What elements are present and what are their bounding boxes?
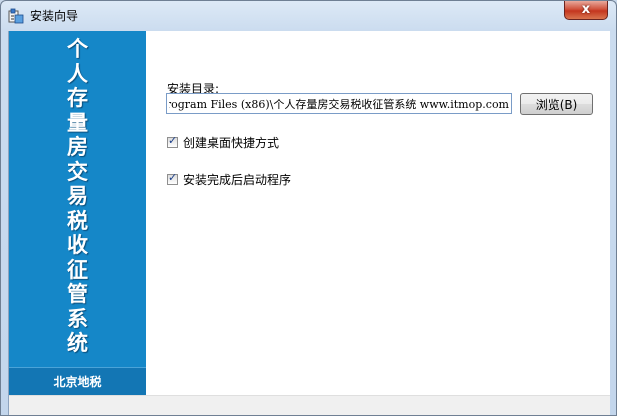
desktop-shortcut-checkbox[interactable] <box>167 135 178 148</box>
close-button[interactable]: x <box>564 1 608 20</box>
sidebar-title-char: 人 <box>67 61 88 86</box>
sidebar-title-char: 易 <box>67 184 88 208</box>
desktop-shortcut-option[interactable]: 创建桌面快捷方式 <box>167 134 279 150</box>
launch-after-install-checkbox[interactable] <box>167 172 178 185</box>
window-title: 安装向导 <box>30 9 79 23</box>
installer-icon <box>8 8 24 24</box>
sidebar-title-char: 房 <box>67 135 88 159</box>
client-area: 个 人 存 量 房 交 易 税 收 征 管 系 统 北京地税 安装目录: 浏览(… <box>8 31 610 415</box>
browse-button[interactable]: 浏览(B) <box>520 93 593 115</box>
sidebar-title-char: 税 <box>67 208 88 233</box>
installer-window: 安装向导 x 个 人 存 量 房 交 易 税 收 征 管 系 统 北京地税 安装… <box>0 0 617 416</box>
install-path-input[interactable] <box>166 93 512 114</box>
bottom-strip <box>9 395 610 415</box>
options-panel: 安装目录: 浏览(B) 创建桌面快捷方式 安装完成后启动程序 <box>146 31 610 395</box>
desktop-shortcut-label: 创建桌面快捷方式 <box>183 135 280 150</box>
sidebar-banner: 个 人 存 量 房 交 易 税 收 征 管 系 统 北京地税 <box>9 31 146 396</box>
sidebar-title-char: 管 <box>67 282 88 306</box>
launch-after-install-option[interactable]: 安装完成后启动程序 <box>167 171 291 187</box>
sidebar-footer: 北京地税 <box>9 367 146 396</box>
sidebar-title-char: 交 <box>67 159 88 184</box>
sidebar-title-char: 统 <box>67 331 88 355</box>
launch-after-install-label: 安装完成后启动程序 <box>183 172 292 187</box>
sidebar-footer-label: 北京地税 <box>53 375 102 389</box>
sidebar-title-char: 存 <box>67 86 88 110</box>
sidebar-title-char: 收 <box>67 233 88 257</box>
sidebar-title-char: 个 <box>67 37 88 61</box>
close-icon: x <box>581 2 591 17</box>
sidebar-title-char: 量 <box>67 110 88 135</box>
title-bar[interactable]: 安装向导 x <box>1 1 616 31</box>
sidebar-vertical-title: 个 人 存 量 房 交 易 税 收 征 管 系 统 <box>9 37 146 356</box>
sidebar-title-char: 征 <box>67 257 88 282</box>
sidebar-title-char: 系 <box>67 306 88 331</box>
